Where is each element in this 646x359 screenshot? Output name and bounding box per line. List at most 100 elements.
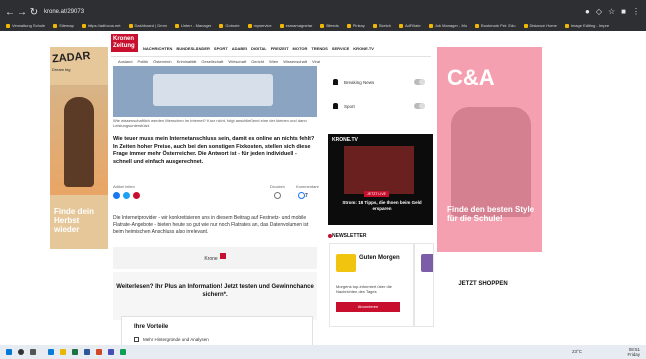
- nav-item[interactable]: Motor: [293, 46, 308, 51]
- bookmark-item[interactable]: Bookmark Pet. Edu: [475, 23, 516, 28]
- word-icon[interactable]: [84, 349, 90, 355]
- paywall-promo: Weiterlesen? Ihr Plus an Information! Je…: [113, 272, 317, 320]
- nav-item[interactable]: Bundesländer: [176, 46, 210, 51]
- forward-icon[interactable]: →: [16, 7, 28, 19]
- bookmark-item[interactable]: Image Editing - Impre: [564, 23, 609, 28]
- clock[interactable]: 08:51 Friday: [627, 347, 640, 357]
- header-divider: [111, 56, 431, 57]
- bookmark-label: myservice: [253, 23, 272, 28]
- subnav-item[interactable]: Gesellschaft: [201, 59, 223, 64]
- right-skyscraper-ad[interactable]: C&A Finde den besten Style für die Schul…: [437, 47, 542, 289]
- krone-tv-widget[interactable]: KRONE.TV JETZT LIVE Strom: 18 Tipps, die…: [328, 134, 433, 225]
- star-icon[interactable]: ☆: [608, 7, 615, 16]
- switch[interactable]: [414, 103, 425, 109]
- krone-logo[interactable]: Kronen Zeitung: [111, 34, 138, 52]
- bookmark-icon: [174, 23, 179, 28]
- bookmark-label: https://adfocus.net: [87, 23, 121, 28]
- bookmark-icon: [279, 23, 284, 28]
- chrome-icon[interactable]: [120, 349, 126, 355]
- bookmark-item[interactable]: Distance Home: [523, 23, 557, 28]
- article-body: Die Internetprovider - wir konkretisiere…: [113, 215, 309, 235]
- nav-item[interactable]: Sport: [214, 46, 228, 51]
- comments-count[interactable]: 7: [305, 193, 308, 199]
- bookmark-icon: [428, 23, 433, 28]
- bookmark-label: Verwaltung Schule: [12, 23, 46, 28]
- nav-item[interactable]: Krone.tv: [353, 46, 374, 51]
- profile-icon[interactable]: ●: [585, 7, 590, 16]
- nav-item[interactable]: Digital: [251, 46, 267, 51]
- share-icon[interactable]: ◇: [596, 7, 602, 16]
- nav-item[interactable]: Nachrichten: [143, 46, 172, 51]
- subnav-item[interactable]: Wien: [269, 59, 278, 64]
- share-label: Artikel teilen: [113, 184, 135, 189]
- bookmark-item[interactable]: Unterr - Manager: [174, 23, 212, 28]
- teams-icon[interactable]: [108, 349, 114, 355]
- extensions-icon[interactable]: ■: [621, 7, 626, 16]
- twitter-icon[interactable]: [123, 192, 130, 199]
- subnav-item[interactable]: Wirtschaft: [228, 59, 246, 64]
- nav-item[interactable]: Freizeit: [271, 46, 289, 51]
- powerpoint-icon[interactable]: [96, 349, 102, 355]
- bookmark-item[interactable]: myservice: [247, 23, 272, 28]
- bookmark-icon: [523, 23, 528, 28]
- benefits-title: Ihre Vorteile: [134, 324, 169, 330]
- bookmark-label: Bfeeds: [326, 23, 339, 28]
- nav-item[interactable]: Service: [332, 46, 350, 51]
- subnav-item[interactable]: Wissenschaft: [283, 59, 307, 64]
- bookmark-item[interactable]: Sketch: [372, 23, 391, 28]
- print-icon[interactable]: [274, 192, 281, 199]
- nav-item[interactable]: Adabei: [232, 46, 247, 51]
- excel-icon[interactable]: [72, 349, 78, 355]
- bookmark-item[interactable]: https://adfocus.net: [81, 23, 121, 28]
- subnav-item[interactable]: Kriminalität: [177, 59, 197, 64]
- checkbox[interactable]: [134, 337, 139, 342]
- weather-temp[interactable]: 23°C: [572, 349, 582, 354]
- back-icon[interactable]: ←: [4, 7, 16, 19]
- bookmark-label: Unterr - Manager: [180, 23, 212, 28]
- bookmark-item[interactable]: Sitemap: [53, 23, 74, 28]
- bookmark-item[interactable]: Verwaltung Schule: [6, 23, 45, 28]
- switch[interactable]: [414, 79, 425, 85]
- bookmark-label: Pinkay: [352, 23, 365, 28]
- comments-label: Kommentare: [296, 184, 319, 189]
- explorer-icon[interactable]: [60, 349, 66, 355]
- address-bar[interactable]: krone.at/29073: [44, 7, 84, 17]
- left-skyscraper-ad[interactable]: ZADAR Dream big Finde dein Herbst wieder…: [50, 47, 108, 278]
- start-icon[interactable]: [6, 349, 12, 355]
- newsletter-icon: [421, 254, 433, 272]
- bookmark-icon: [6, 23, 10, 28]
- bookmark-item[interactable]: Gotnote: [219, 23, 240, 28]
- tv-thumbnail: [344, 146, 414, 194]
- bookmark-icon: [219, 23, 224, 28]
- bookmark-item[interactable]: Pinkay: [346, 23, 365, 28]
- reload-icon[interactable]: ↻: [28, 7, 40, 19]
- bookmark-label: Gotnote: [225, 23, 240, 28]
- bookmark-item[interactable]: Dashboard | Dmm: [128, 23, 167, 28]
- menu-icon[interactable]: ⋮: [632, 7, 640, 16]
- ad-brand: C&A: [447, 65, 495, 90]
- facebook-icon[interactable]: [113, 192, 120, 199]
- toggle-breaking-news[interactable]: Breaking News: [333, 75, 429, 89]
- edge-icon[interactable]: [48, 349, 54, 355]
- subnav-item[interactable]: Österreich: [153, 59, 171, 64]
- ad-shop-button[interactable]: JETZT SHOPPEN: [451, 279, 515, 289]
- bookmark-icon: [53, 23, 58, 28]
- bookmark-item[interactable]: Job Manager - Mu: [428, 23, 467, 28]
- nav-item[interactable]: Trends: [311, 46, 327, 51]
- subnav-item[interactable]: Politik: [137, 59, 148, 64]
- subnav-item[interactable]: Gericht: [251, 59, 264, 64]
- bookmark-label: Distance Home: [529, 23, 557, 28]
- comments-icon[interactable]: [298, 192, 305, 199]
- subnav-item[interactable]: Viral: [312, 59, 320, 64]
- search-icon[interactable]: [18, 349, 24, 355]
- taskview-icon[interactable]: [30, 349, 36, 355]
- bookmark-item[interactable]: AdFiliate: [399, 23, 421, 28]
- toggle-label: Sport: [344, 103, 355, 109]
- email-icon[interactable]: [133, 192, 140, 199]
- subnav-item[interactable]: Ausland: [118, 59, 132, 64]
- subscribe-button[interactable]: Abonnieren: [336, 302, 400, 312]
- bookmark-item[interactable]: esmamagnetar: [279, 23, 312, 28]
- ad-cta: Finde dein Herbst wieder: [54, 207, 94, 234]
- toggle-sport[interactable]: Sport: [333, 99, 429, 113]
- bookmark-item[interactable]: Bfeeds: [320, 23, 339, 28]
